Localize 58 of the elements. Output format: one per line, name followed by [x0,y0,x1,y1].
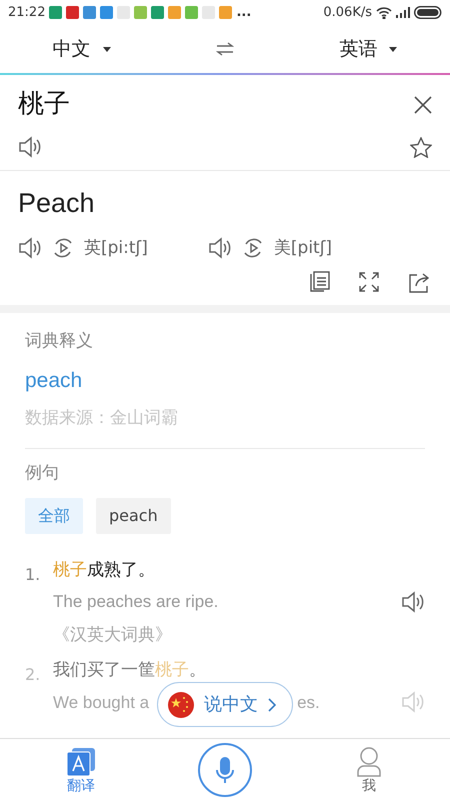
speaker-icon[interactable] [18,136,42,158]
chevron-right-icon [268,698,276,712]
section-heading: 词典释义 [25,330,94,353]
phonetic-text: 美[pitʃ] [274,236,332,260]
example-number: 1. [25,564,42,586]
example-sentence: 桃子成熟了。 [53,560,155,582]
microphone-button[interactable] [198,742,252,796]
example-translation: We bought a [53,692,150,714]
target-language-dropdown[interactable]: 英语 [339,34,398,64]
caret-icon [102,46,111,52]
share-icon[interactable] [408,271,430,293]
example-source: 《汉英大词典》 [53,624,173,647]
nav-tab[interactable]: 我 [324,746,414,792]
speak-chinese-button[interactable]: 说中文 [157,682,293,727]
translate-icon [66,746,96,776]
definition-link[interactable]: peach [25,364,425,396]
app-notification-icon [134,6,148,19]
swap-icon[interactable] [216,42,234,56]
app-notification-icon [49,6,62,19]
speaker-icon[interactable] [18,237,42,260]
example-translation: The peaches are ripe. [53,591,218,614]
phonetic-text: 英[pi:tʃ] [84,236,148,260]
replay-icon[interactable] [52,237,74,260]
microphone-icon [216,756,234,784]
wifi-icon [376,6,392,18]
example-sentence: 我们买了一筐桃子。 [53,660,206,682]
network-speed: 0.06K/s [323,4,372,22]
app-notification-icon [66,6,80,19]
signal-icon [396,7,410,18]
example-translation: es. [297,692,320,714]
app-notification-icon [185,6,198,19]
input-text[interactable]: 桃子 [18,85,70,124]
app-notification-icon [151,6,164,19]
section-heading: 例句 [25,462,60,484]
flag-icon [168,692,194,718]
close-icon[interactable] [414,96,432,114]
source-language-dropdown[interactable]: 中文 [52,34,111,64]
fullscreen-icon[interactable] [358,271,380,293]
data-source-text: 数据来源：金山词霸 [25,407,179,430]
nav-tab[interactable]: 翻译 [36,746,126,792]
replay-icon[interactable] [242,237,264,260]
example-number: 2. [25,664,42,686]
app-notification-icon [219,6,232,19]
profile-icon [356,746,382,776]
app-notification-icon [83,6,96,19]
speaker-icon[interactable] [401,591,425,613]
filter-chip[interactable]: peach [96,498,171,534]
speaker-icon[interactable] [208,237,232,260]
caret-icon [389,46,398,52]
star-icon[interactable] [410,136,432,158]
status-more: ... [236,4,252,22]
battery-icon [414,6,442,19]
copy-icon[interactable] [308,271,330,293]
app-notification-icon [100,6,114,19]
app-notification-icon [168,6,182,19]
translation-text: Peach [18,187,96,220]
filter-chip[interactable]: 全部 [25,498,83,534]
status-time: 21:22 [8,4,46,22]
